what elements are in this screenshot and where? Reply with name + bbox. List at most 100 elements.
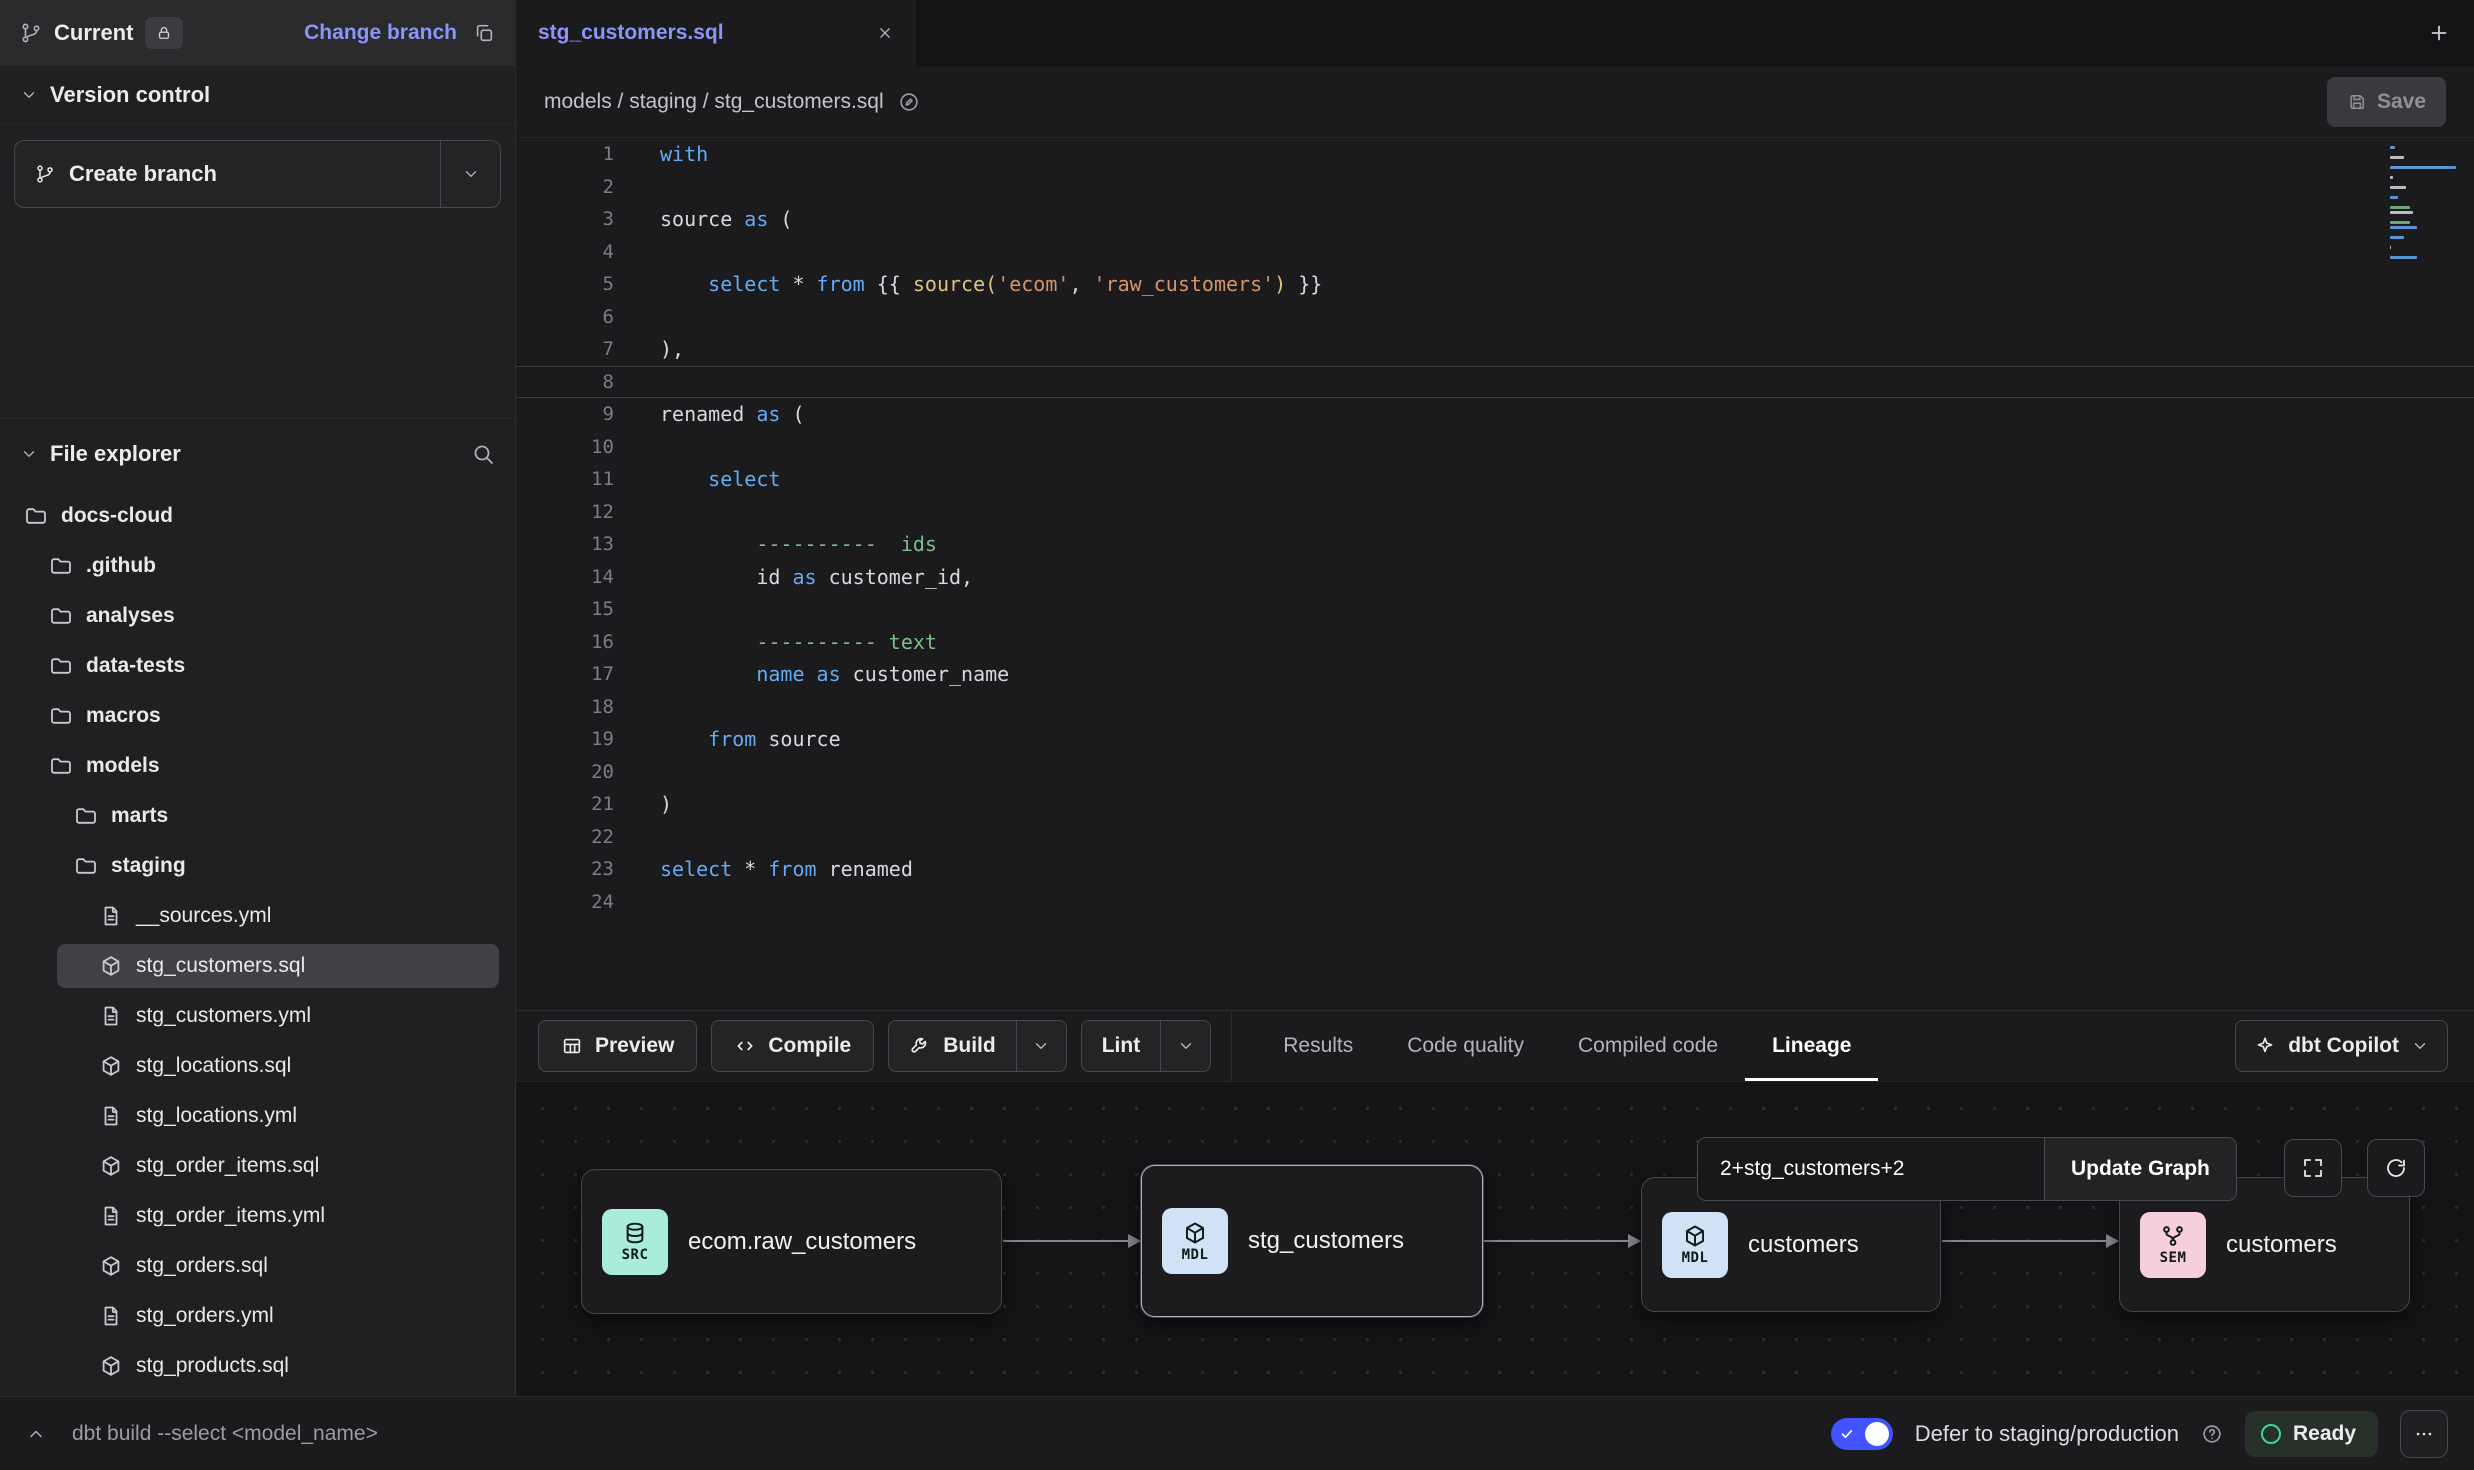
dbt-copilot-button[interactable]: dbt Copilot	[2235, 1020, 2448, 1072]
chevron-down-icon	[1032, 1037, 1050, 1055]
build-dropdown-button[interactable]	[1016, 1021, 1066, 1071]
code-text: )	[614, 788, 2474, 821]
tree-item-stg-order-items-sql[interactable]: stg_order_items.sql	[0, 1141, 515, 1191]
lineage-node-mdl-stg-customers[interactable]: MDLstg_customers	[1141, 1165, 1483, 1317]
database-icon	[622, 1220, 648, 1246]
tree-item-sources-yml[interactable]: __sources.yml	[0, 891, 515, 941]
tree-item-label: macros	[86, 704, 161, 728]
code-line-12[interactable]: 12	[516, 496, 2474, 529]
table-icon	[561, 1035, 583, 1057]
code-line-8[interactable]: 8	[516, 366, 2474, 399]
change-branch-link[interactable]: Change branch	[304, 21, 457, 45]
tree-item-marts[interactable]: marts	[0, 791, 515, 841]
copy-icon[interactable]	[473, 22, 495, 44]
tree-item-analyses[interactable]: analyses	[0, 591, 515, 641]
tree-item-models[interactable]: models	[0, 741, 515, 791]
code-line-13[interactable]: 13 ---------- ids	[516, 528, 2474, 561]
code-line-17[interactable]: 17 name as customer_name	[516, 658, 2474, 691]
tree-item-macros[interactable]: macros	[0, 691, 515, 741]
search-icon[interactable]	[471, 442, 495, 466]
defer-toggle[interactable]	[1831, 1418, 1893, 1450]
lineage-selector-group: Update Graph	[1697, 1137, 2237, 1201]
build-button[interactable]: Build	[889, 1021, 1016, 1071]
tree-item-data-tests[interactable]: data-tests	[0, 641, 515, 691]
code-line-6[interactable]: 6	[516, 301, 2474, 334]
tree-item-stg-customers-yml[interactable]: stg_customers.yml	[0, 991, 515, 1041]
create-branch-dropdown[interactable]	[440, 141, 500, 207]
code-line-3[interactable]: 3source as (	[516, 203, 2474, 236]
code-line-9[interactable]: 9renamed as (	[516, 398, 2474, 431]
code-line-11[interactable]: 11 select	[516, 463, 2474, 496]
create-branch-button[interactable]: Create branch	[14, 140, 501, 208]
lineage-edge-3	[1942, 1240, 2117, 1242]
panel-tab-results[interactable]: Results	[1256, 1011, 1380, 1081]
chevron-up-icon[interactable]	[26, 1424, 46, 1444]
code-line-18[interactable]: 18	[516, 691, 2474, 724]
code-line-14[interactable]: 14 id as customer_id,	[516, 561, 2474, 594]
preview-button[interactable]: Preview	[538, 1020, 697, 1072]
code-line-4[interactable]: 4	[516, 236, 2474, 269]
code-line-2[interactable]: 2	[516, 171, 2474, 204]
tree-item-docs-cloud[interactable]: docs-cloud	[0, 491, 515, 541]
code-line-23[interactable]: 23select * from renamed	[516, 853, 2474, 886]
line-number: 16	[516, 626, 614, 659]
folder-icon	[74, 804, 98, 828]
code-line-24[interactable]: 24	[516, 886, 2474, 919]
code-line-10[interactable]: 10	[516, 431, 2474, 464]
code-line-21[interactable]: 21)	[516, 788, 2474, 821]
code-line-20[interactable]: 20	[516, 756, 2474, 789]
command-input[interactable]	[72, 1422, 712, 1446]
plus-icon	[2427, 21, 2451, 45]
new-tab-button[interactable]	[2404, 0, 2474, 66]
folder-icon	[49, 604, 73, 628]
fullscreen-button[interactable]	[2284, 1139, 2342, 1197]
panel-tab-code-quality[interactable]: Code quality	[1380, 1011, 1551, 1081]
help-icon[interactable]	[2201, 1423, 2223, 1445]
code-text	[614, 821, 2474, 854]
code-line-7[interactable]: 7),	[516, 333, 2474, 366]
file-icon	[99, 1104, 123, 1128]
code-line-1[interactable]: 1with	[516, 138, 2474, 171]
panel-tab-lineage[interactable]: Lineage	[1745, 1011, 1878, 1081]
more-menu-button[interactable]	[2400, 1410, 2448, 1458]
code-text	[614, 886, 2474, 919]
panel-tab-compiled-code[interactable]: Compiled code	[1551, 1011, 1745, 1081]
lineage-selector-input[interactable]	[1698, 1138, 2044, 1200]
tree-item-staging[interactable]: staging	[0, 841, 515, 891]
code-line-15[interactable]: 15	[516, 593, 2474, 626]
close-tab-icon[interactable]	[876, 24, 894, 42]
code-line-22[interactable]: 22	[516, 821, 2474, 854]
tree-item-stg-locations-sql[interactable]: stg_locations.sql	[0, 1041, 515, 1091]
tree-item-github[interactable]: .github	[0, 541, 515, 591]
code-editor[interactable]: 1with23source as (45 select * from {{ so…	[516, 138, 2474, 1010]
refresh-button[interactable]	[2367, 1139, 2425, 1197]
tree-item-label: data-tests	[86, 654, 185, 678]
code-line-5[interactable]: 5 select * from {{ source('ecom', 'raw_c…	[516, 268, 2474, 301]
lineage-node-src-ecom-raw-customers[interactable]: SRCecom.raw_customers	[581, 1169, 1002, 1314]
compile-button[interactable]: Compile	[711, 1020, 874, 1072]
dbt-cloud-ide: Current Change branch Version control Cr…	[0, 0, 2474, 1470]
code-text: id as customer_id,	[614, 561, 2474, 594]
tree-item-stg-customers-sql[interactable]: stg_customers.sql	[0, 941, 515, 991]
tree-item-stg-products-sql[interactable]: stg_products.sql	[0, 1341, 515, 1391]
code-line-16[interactable]: 16 ---------- text	[516, 626, 2474, 659]
tree-item-label: models	[86, 754, 160, 778]
update-graph-button[interactable]: Update Graph	[2044, 1138, 2236, 1200]
file-explorer-header[interactable]: File explorer	[0, 425, 515, 483]
code-line-19[interactable]: 19 from source	[516, 723, 2474, 756]
minimap[interactable]	[2390, 146, 2460, 264]
save-icon	[2347, 92, 2367, 112]
create-branch-main[interactable]: Create branch	[15, 141, 440, 207]
tree-item-stg-order-items-yml[interactable]: stg_order_items.yml	[0, 1191, 515, 1241]
node-title: ecom.raw_customers	[688, 1228, 916, 1256]
lint-dropdown-button[interactable]	[1160, 1021, 1210, 1071]
tree-item-stg-orders-yml[interactable]: stg_orders.yml	[0, 1291, 515, 1341]
save-button[interactable]: Save	[2327, 77, 2446, 127]
version-control-header[interactable]: Version control	[0, 66, 515, 124]
tree-item-stg-orders-sql[interactable]: stg_orders.sql	[0, 1241, 515, 1291]
tab-stg-customers-sql[interactable]: stg_customers.sql	[516, 0, 916, 66]
tree-item-label: stg_locations.sql	[136, 1054, 291, 1078]
lint-button[interactable]: Lint	[1082, 1021, 1160, 1071]
tree-item-stg-locations-yml[interactable]: stg_locations.yml	[0, 1091, 515, 1141]
ready-status-button[interactable]: Ready	[2245, 1411, 2378, 1457]
